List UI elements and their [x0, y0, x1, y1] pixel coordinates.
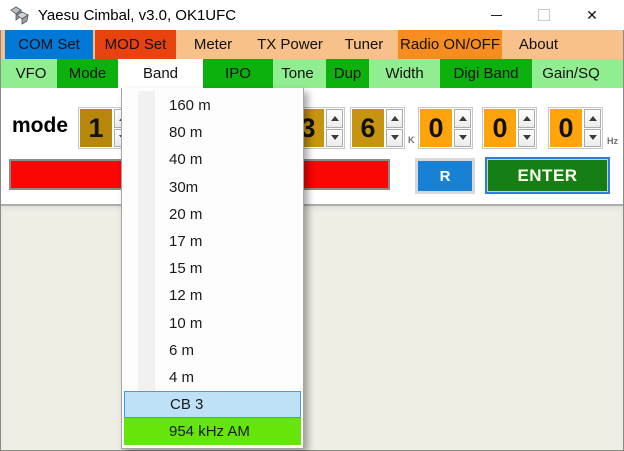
menu-digi-band-label: Digi Band [453, 65, 518, 82]
menu-ipo-label: IPO [225, 65, 251, 82]
function-menubar: VFO Mode Band IPO Tone Dup Width Digi Ba… [1, 59, 623, 88]
band-item-4m[interactable]: 4 m [124, 364, 301, 391]
bottom-panel [1, 206, 623, 450]
arrow-down-icon [459, 135, 467, 140]
arrow-down-icon [523, 135, 531, 140]
freq-spinner-10k[interactable]: 6 [350, 107, 405, 149]
arrow-down-icon [391, 135, 399, 140]
arrow-down-icon [331, 135, 339, 140]
menu-mode-label: Mode [69, 65, 107, 82]
r-button[interactable]: R [415, 158, 475, 194]
freq-spinner-hundreds[interactable]: 0 [418, 107, 473, 149]
freq-spinner-100k-up-button[interactable] [326, 109, 343, 128]
freq-spinner-10k-up-button[interactable] [386, 109, 403, 128]
menu-vfo[interactable]: VFO [5, 59, 57, 88]
band-item-10m[interactable]: 10 m [124, 310, 301, 337]
menu-radio-on-off-label: Radio ON/OFF [400, 36, 500, 53]
top-menubar: COM Set MOD Set Meter TX Power Tuner Rad… [1, 30, 623, 59]
arrow-up-icon [459, 116, 467, 121]
maximize-button[interactable] [520, 0, 568, 30]
arrow-up-icon [331, 116, 339, 121]
menu-com-set[interactable]: COM Set [5, 30, 93, 59]
menu-tone[interactable]: Tone [273, 59, 322, 88]
band-item-40m[interactable]: 40 m [124, 146, 301, 173]
freq-spinner-10k-down-button[interactable] [386, 129, 403, 148]
menu-mode[interactable]: Mode [57, 59, 118, 88]
menu-about-label: About [519, 36, 558, 53]
app-window: Yaesu Cimbal, v3.0, OK1UFC ✕ COM Set MOD… [0, 0, 624, 451]
freq-spinner-tens-up-button[interactable] [518, 109, 535, 128]
enter-button[interactable]: ENTER [485, 157, 610, 194]
title-bar: Yaesu Cimbal, v3.0, OK1UFC ✕ [0, 0, 624, 30]
menu-gain-sq[interactable]: Gain/SQ [532, 59, 610, 88]
freq-spinner-ones[interactable]: 0 [548, 107, 603, 149]
band-item-6m[interactable]: 6 m [124, 337, 301, 364]
menu-width[interactable]: Width [369, 59, 440, 88]
band-item-20m[interactable]: 20 m [124, 201, 301, 228]
menu-meter[interactable]: Meter [176, 30, 250, 59]
close-icon: ✕ [586, 8, 598, 22]
menu-width-label: Width [385, 65, 423, 82]
freq-spinner-ones-down-button[interactable] [584, 129, 601, 148]
arrow-up-icon [589, 116, 597, 121]
freq-spinner-ones-value: 0 [550, 109, 582, 147]
menu-dup[interactable]: Dup [326, 59, 369, 88]
band-item-30m[interactable]: 30m [124, 174, 301, 201]
menu-tuner-label: Tuner [345, 36, 384, 53]
mode-label: mode [12, 114, 68, 138]
freq-spinner-ones-up-button[interactable] [584, 109, 601, 128]
menu-tx-power-label: TX Power [257, 36, 323, 53]
close-button[interactable]: ✕ [568, 0, 616, 30]
band-item-cb3[interactable]: CB 3 [124, 391, 301, 418]
freq-spinner-hundreds-down-button[interactable] [454, 129, 471, 148]
band-item-17m[interactable]: 17 m [124, 228, 301, 255]
arrow-up-icon [391, 116, 399, 121]
menu-mod-set-label: MOD Set [105, 36, 167, 53]
freq-spinner-tens[interactable]: 0 [482, 107, 537, 149]
menu-mod-set[interactable]: MOD Set [95, 30, 176, 59]
freq-spinner-10k-value: 6 [352, 109, 384, 147]
band-item-954khz-am[interactable]: 954 kHz AM [124, 418, 301, 445]
khz-unit-label: K [408, 135, 415, 145]
menu-band-label: Band [143, 65, 178, 82]
freq-spinner-hundreds-up-button[interactable] [454, 109, 471, 128]
band-item-80m[interactable]: 80 m [124, 119, 301, 146]
maximize-icon [538, 9, 550, 21]
app-icon [10, 5, 30, 25]
menu-radio-on-off[interactable]: Radio ON/OFF [398, 30, 502, 59]
arrow-up-icon [523, 116, 531, 121]
menu-com-set-label: COM Set [18, 36, 80, 53]
mode-spinner-value: 1 [80, 109, 112, 147]
band-item-160m[interactable]: 160 m [124, 92, 301, 119]
freq-spinner-tens-down-button[interactable] [518, 129, 535, 148]
menu-band[interactable]: Band [118, 59, 203, 88]
window-title: Yaesu Cimbal, v3.0, OK1UFC [38, 7, 236, 24]
freq-spinner-hundreds-value: 0 [420, 109, 452, 147]
freq-spinner-tens-value: 0 [484, 109, 516, 147]
menu-vfo-label: VFO [16, 65, 47, 82]
band-item-12m[interactable]: 12 m [124, 282, 301, 309]
hz-unit-label: Hz [607, 136, 618, 146]
menu-gain-sq-label: Gain/SQ [542, 65, 600, 82]
minimize-icon [491, 15, 502, 16]
menu-digi-band[interactable]: Digi Band [440, 59, 532, 88]
menu-about[interactable]: About [502, 30, 575, 59]
arrow-down-icon [589, 135, 597, 140]
band-dropdown-menu: 160 m 80 m 40 m 30m 20 m 17 m 15 m 12 m … [121, 88, 304, 449]
menu-meter-label: Meter [194, 36, 232, 53]
menu-ipo[interactable]: IPO [203, 59, 273, 88]
freq-spinner-100k-down-button[interactable] [326, 129, 343, 148]
menu-dup-label: Dup [334, 65, 362, 82]
minimize-button[interactable] [472, 0, 520, 30]
menu-tone-label: Tone [281, 65, 314, 82]
menu-tuner[interactable]: Tuner [330, 30, 398, 59]
band-item-15m[interactable]: 15 m [124, 255, 301, 282]
menu-tx-power[interactable]: TX Power [250, 30, 330, 59]
